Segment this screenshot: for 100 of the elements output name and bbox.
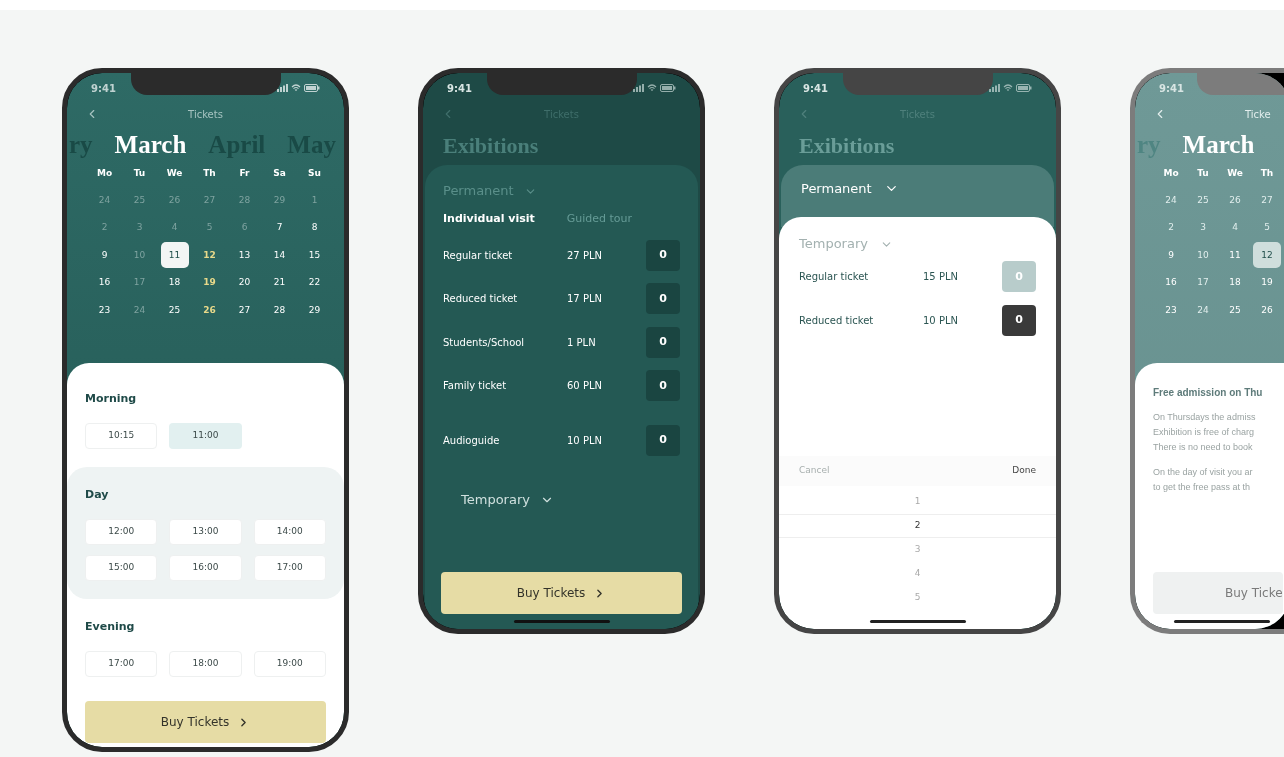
calendar-day[interactable]: 23: [1157, 297, 1185, 324]
calendar-day[interactable]: 12: [195, 242, 224, 269]
battery-icon: [1016, 84, 1032, 92]
quantity-box[interactable]: 0: [1002, 304, 1036, 336]
time-slot[interactable]: 14:00: [253, 519, 326, 545]
calendar-day[interactable]: 6: [230, 214, 259, 241]
calendar-day[interactable]: 26: [160, 187, 189, 214]
wifi-icon: [1003, 84, 1013, 92]
calendar-day[interactable]: 24: [90, 187, 119, 214]
calendar-day[interactable]: 28: [230, 187, 259, 214]
calendar-day[interactable]: 27: [230, 297, 259, 324]
calendar-day[interactable]: 17: [125, 269, 154, 296]
time-slot[interactable]: 10:15: [85, 423, 158, 449]
calendar-day[interactable]: 14: [265, 242, 294, 269]
calendar-day[interactable]: 22: [300, 269, 329, 296]
calendar-day[interactable]: 9: [90, 242, 119, 269]
calendar-day[interactable]: 18: [160, 269, 189, 296]
ticket-name: Regular ticket: [443, 248, 514, 263]
buy-tickets-button[interactable]: Buy Tickets: [85, 701, 326, 743]
picker-option[interactable]: 1: [779, 490, 1056, 514]
calendar-day[interactable]: 5: [1253, 214, 1281, 241]
calendar-day[interactable]: 20: [230, 269, 259, 296]
buy-tickets-button[interactable]: Buy Tickets: [441, 572, 682, 614]
calendar-day[interactable]: 25: [125, 187, 154, 214]
calendar-day[interactable]: 29: [265, 187, 294, 214]
group-title[interactable]: Permanent: [801, 179, 872, 199]
calendar-day[interactable]: 10: [1189, 242, 1217, 269]
calendar-day[interactable]: 26: [1253, 297, 1281, 324]
calendar-day[interactable]: 10: [125, 242, 154, 269]
calendar-day[interactable]: 21: [265, 269, 294, 296]
calendar-day[interactable]: 12: [1253, 242, 1281, 269]
quantity-box[interactable]: 0: [646, 283, 680, 315]
calendar-day[interactable]: 29: [300, 297, 329, 324]
section-title: Day: [85, 488, 109, 501]
picker-option[interactable]: 5: [779, 586, 1056, 610]
calendar-day[interactable]: 11: [1221, 242, 1249, 269]
calendar-day[interactable]: 1: [300, 187, 329, 214]
time-slot[interactable]: 15:00: [85, 555, 158, 581]
calendar-day[interactable]: 5: [195, 214, 224, 241]
calendar-day[interactable]: 4: [160, 214, 189, 241]
calendar-day[interactable]: 16: [1157, 269, 1185, 296]
calendar-day[interactable]: 9: [1157, 242, 1185, 269]
calendar-day[interactable]: 17: [1189, 269, 1217, 296]
calendar-day[interactable]: 24: [125, 297, 154, 324]
calendar-day[interactable]: 26: [1221, 187, 1249, 214]
time-slot[interactable]: 13:00: [169, 519, 242, 545]
ticket-name: Reduced ticket: [443, 292, 519, 307]
calendar-day[interactable]: 27: [1253, 187, 1281, 214]
tab[interactable]: Guided tour: [566, 211, 633, 228]
calendar-day[interactable]: 2: [1157, 214, 1185, 241]
picker-option[interactable]: 3: [779, 538, 1056, 562]
weekday-label: Th: [1259, 167, 1275, 180]
calendar-day[interactable]: 13: [230, 242, 259, 269]
calendar-day[interactable]: 25: [160, 297, 189, 324]
time-slot[interactable]: 12:00: [85, 519, 158, 545]
group-title[interactable]: Temporary: [461, 490, 530, 510]
calendar-day[interactable]: 2: [90, 214, 119, 241]
calendar-day[interactable]: 15: [300, 242, 329, 269]
calendar-day[interactable]: 19: [195, 269, 224, 296]
done-button[interactable]: Done: [1012, 464, 1036, 478]
ticket-price: 17 PLN: [567, 292, 603, 307]
calendar-day[interactable]: 28: [265, 297, 294, 324]
time-slot[interactable]: 19:00: [253, 651, 326, 677]
time-slot[interactable]: 17:00: [253, 555, 326, 581]
battery-icon: [304, 84, 320, 92]
calendar-day[interactable]: 25: [1221, 297, 1249, 324]
group-title[interactable]: Temporary: [799, 234, 868, 254]
time-slot[interactable]: 11:00: [169, 423, 242, 449]
calendar-day[interactable]: 24: [1157, 187, 1185, 214]
signal-icon: [989, 84, 1000, 92]
calendar-day[interactable]: 24: [1189, 297, 1217, 324]
calendar-day[interactable]: 8: [300, 214, 329, 241]
buy-tickets-button[interactable]: Buy Ticke: [1153, 572, 1283, 614]
paragraph-line: On the day of visit you ar: [1153, 466, 1254, 479]
cancel-button[interactable]: Cancel: [799, 464, 830, 478]
quantity-box[interactable]: 0: [646, 424, 680, 456]
calendar-day[interactable]: 19: [1253, 269, 1281, 296]
month-tab[interactable]: March: [114, 126, 187, 164]
quantity-box[interactable]: 0: [646, 326, 680, 358]
calendar-day[interactable]: 18: [1221, 269, 1249, 296]
calendar-day[interactable]: 11: [160, 242, 189, 269]
time-slot[interactable]: 17:00: [85, 651, 158, 677]
tab[interactable]: Individual visit: [443, 211, 535, 228]
time-slot[interactable]: 16:00: [169, 555, 242, 581]
calendar-day[interactable]: 4: [1221, 214, 1249, 241]
calendar-day[interactable]: 3: [1189, 214, 1217, 241]
calendar-day[interactable]: 3: [125, 214, 154, 241]
calendar-day[interactable]: 23: [90, 297, 119, 324]
time-slot[interactable]: 18:00: [169, 651, 242, 677]
calendar-day[interactable]: 7: [265, 214, 294, 241]
calendar-day[interactable]: 26: [195, 297, 224, 324]
calendar-day[interactable]: 27: [195, 187, 224, 214]
calendar-day[interactable]: 25: [1189, 187, 1217, 214]
status-time: 9:41: [803, 81, 828, 96]
month-tab[interactable]: March: [1182, 126, 1255, 164]
picker-option[interactable]: 2: [779, 514, 1056, 538]
quantity-box[interactable]: 0: [646, 370, 680, 402]
calendar-day[interactable]: 16: [90, 269, 119, 296]
quantity-box[interactable]: 0: [646, 239, 680, 271]
picker-option[interactable]: 4: [779, 562, 1056, 586]
